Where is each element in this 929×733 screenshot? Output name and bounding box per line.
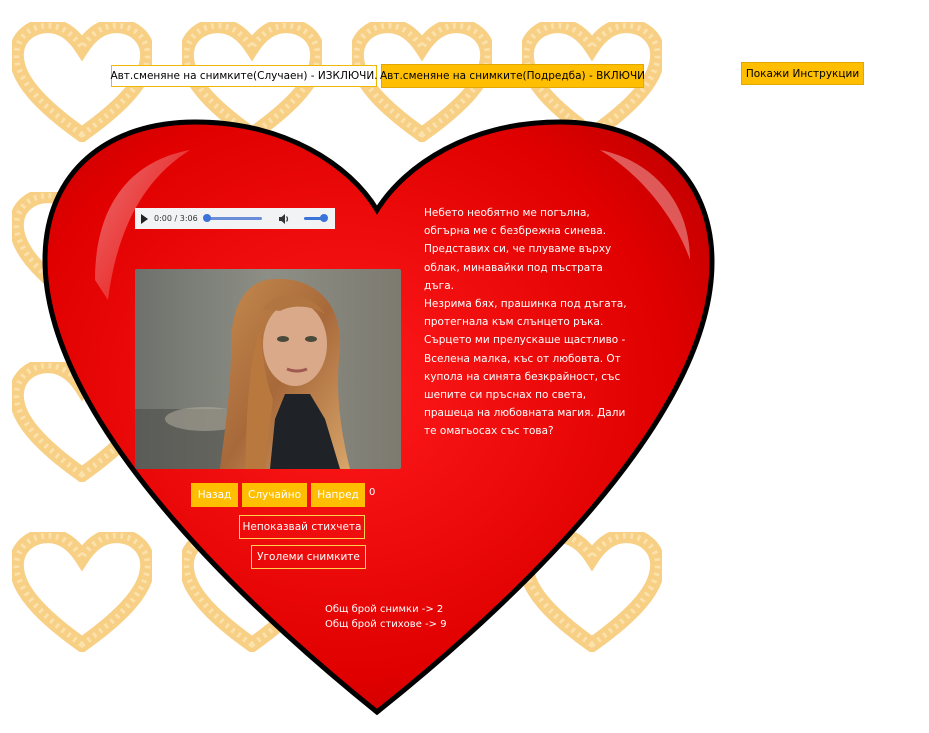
seek-knob[interactable] bbox=[202, 214, 211, 222]
volume-icon[interactable] bbox=[278, 213, 290, 225]
total-poems-text: Общ брой стихове -> 9 bbox=[325, 619, 447, 630]
poem-line: Сърцето ми прелускаше щастливо - bbox=[424, 334, 626, 347]
woman-portrait-photo bbox=[135, 269, 401, 469]
poem-line: Вселена малка, къс от любовта. От bbox=[424, 352, 621, 365]
back-button[interactable]: Назад bbox=[191, 483, 238, 507]
total-photos-text: Общ брой снимки -> 2 bbox=[325, 604, 444, 615]
audio-seek-slider[interactable] bbox=[202, 214, 262, 222]
random-button[interactable]: Случайно bbox=[242, 483, 307, 507]
audio-time: 0:00 / 3:06 bbox=[154, 214, 198, 223]
next-button[interactable]: Напред bbox=[311, 483, 365, 507]
auto-change-ordered-button[interactable]: Авт.сменяне на снимките(Подредба) - ВКЛЮ… bbox=[380, 64, 645, 88]
auto-change-random-button[interactable]: Авт.сменяне на снимките(Случаен) - ИЗКЛЮ… bbox=[110, 65, 378, 87]
poem-line: обгърна ме с безбрежна синева. bbox=[424, 225, 607, 238]
poem-line: те омагьосах със това? bbox=[424, 425, 554, 438]
poem-text: Небето необятно ме погълна, обгърна ме с… bbox=[424, 204, 629, 441]
show-instructions-button[interactable]: Покажи Инструкции bbox=[741, 62, 864, 85]
hide-poems-button[interactable]: Непоказвай стихчета bbox=[239, 515, 365, 539]
play-icon[interactable] bbox=[141, 213, 148, 224]
enlarge-photos-button[interactable]: Уголеми снимките bbox=[251, 545, 366, 569]
volume-knob[interactable] bbox=[319, 214, 328, 222]
poem-line: шепите си пръснах по света, bbox=[424, 389, 587, 402]
poem-line: Представих си, че плуваме върху bbox=[424, 243, 612, 256]
volume-slider[interactable] bbox=[303, 214, 328, 222]
photo-viewer bbox=[135, 269, 401, 469]
poem-line: Небето необятно ме погълна, bbox=[424, 207, 590, 219]
poem-line: облак, минавайки под пъстрата дъга. bbox=[424, 261, 603, 292]
poem-line: протегнала към слънцето ръка. bbox=[424, 316, 604, 329]
photo-counter: 0 bbox=[369, 487, 376, 498]
poem-line: купола на синята безкрайност, със bbox=[424, 370, 621, 383]
audio-player: 0:00 / 3:06 bbox=[135, 208, 335, 229]
poem-line: прашеца на любовната магия. Дали bbox=[424, 407, 626, 420]
totals-info: Общ брой снимки -> 2 Общ брой стихове ->… bbox=[325, 602, 447, 632]
poem-line: Незрима бях, прашинка под дъгата, bbox=[424, 298, 627, 311]
